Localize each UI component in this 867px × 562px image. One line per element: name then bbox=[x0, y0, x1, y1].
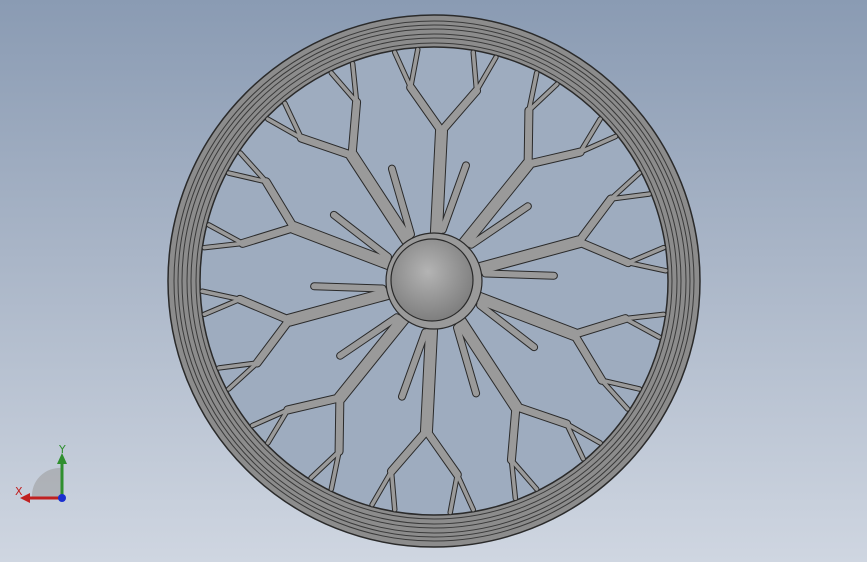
spoke-segment bbox=[507, 403, 520, 464]
z-axis-dot-icon bbox=[58, 494, 66, 502]
spoke-segment bbox=[482, 270, 557, 279]
graphics-viewport[interactable]: Y X bbox=[0, 0, 867, 562]
orientation-triad[interactable] bbox=[10, 440, 80, 510]
triad-plane-icon bbox=[31, 467, 62, 498]
spoke-segment bbox=[430, 125, 447, 243]
spoke-segment bbox=[421, 319, 438, 437]
x-axis-label: X bbox=[15, 485, 23, 498]
spoke-segment bbox=[311, 283, 386, 292]
wheel-hub bbox=[385, 232, 483, 330]
y-axis-label: Y bbox=[59, 443, 66, 456]
wheel-model[interactable] bbox=[0, 0, 867, 562]
spoke-segment bbox=[524, 107, 533, 168]
spoke-segment bbox=[335, 394, 344, 455]
spoke-segment bbox=[348, 98, 361, 159]
